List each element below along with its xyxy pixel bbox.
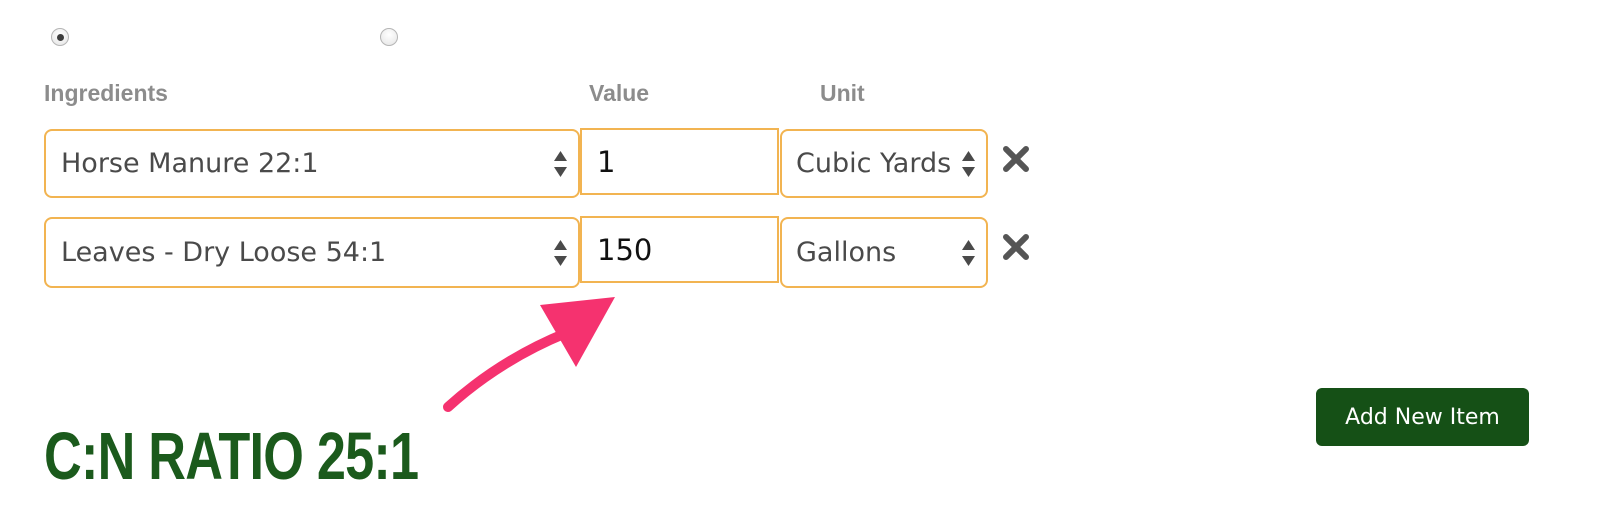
unit-select-value: Gallons [796, 237, 897, 268]
value-input[interactable]: 1 [580, 128, 779, 195]
cn-ratio-result: C:N RATIO 25:1 [44, 419, 419, 494]
chevron-up-down-icon [554, 150, 567, 177]
ingredient-select-value: Leaves - Dry Loose 54:1 [61, 237, 387, 268]
value-input[interactable]: 150 [580, 216, 779, 283]
ingredient-select[interactable]: Horse Manure 22:1 [44, 129, 580, 198]
ingredients-header: Ingredients [44, 80, 168, 106]
unit-select[interactable]: Cubic Yards [780, 129, 988, 198]
ingredient-select-value: Horse Manure 22:1 [61, 148, 319, 179]
close-icon[interactable] [1002, 145, 1030, 173]
value-input-text: 150 [597, 232, 653, 267]
unit-select[interactable]: Gallons [780, 217, 988, 288]
value-input-text: 1 [597, 144, 616, 179]
option-radio-2[interactable] [380, 28, 398, 46]
option-radio-1[interactable] [51, 28, 69, 46]
add-new-item-button[interactable]: Add New Item [1316, 388, 1529, 446]
chevron-up-down-icon [554, 239, 567, 266]
radio-selected-dot [57, 34, 64, 41]
unit-select-value: Cubic Yards [796, 148, 952, 179]
unit-header: Unit [820, 80, 865, 106]
chevron-up-down-icon [962, 239, 975, 266]
close-icon[interactable] [1002, 233, 1030, 261]
chevron-up-down-icon [962, 150, 975, 177]
ingredient-select[interactable]: Leaves - Dry Loose 54:1 [44, 217, 580, 288]
annotation-arrow-icon [443, 297, 615, 412]
value-header: Value [589, 80, 650, 106]
